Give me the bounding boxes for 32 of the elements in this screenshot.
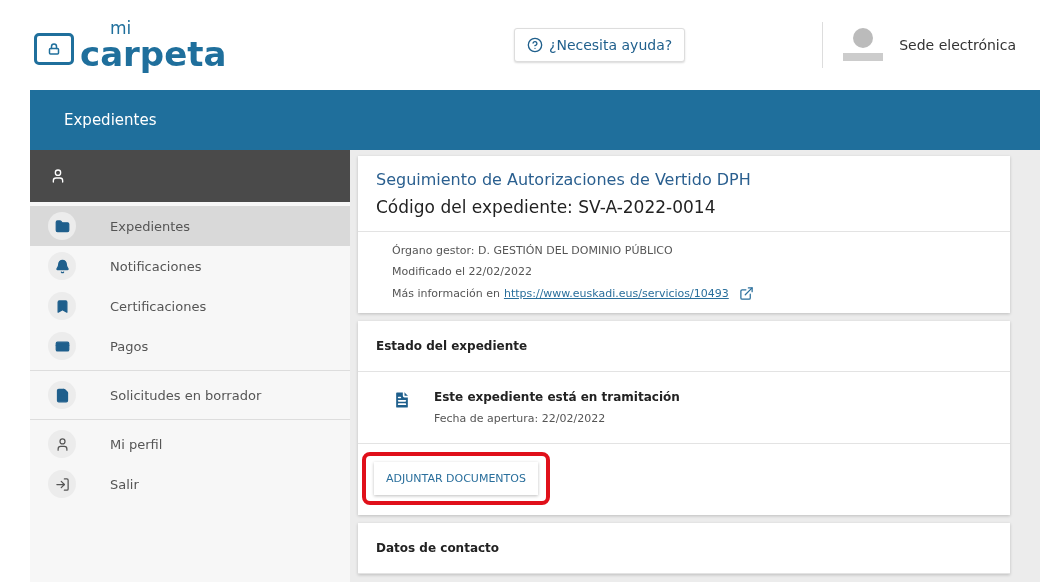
attach-documents-button[interactable]: ADJUNTAR DOCUMENTOS — [374, 462, 538, 495]
sidebar-item[interactable]: Notificaciones — [30, 246, 350, 286]
status-text: Este expediente está en tramitación — [434, 390, 680, 404]
sidebar-item[interactable]: Mi perfil — [30, 424, 350, 464]
sidebar-item[interactable]: Certificaciones — [30, 286, 350, 326]
sidebar-item[interactable]: Solicitudes en borrador — [30, 375, 350, 415]
sidebar-item[interactable]: Salir — [30, 464, 350, 504]
external-link-icon[interactable] — [738, 286, 754, 301]
status-heading: Estado del expediente — [358, 321, 1010, 372]
credit-card-icon — [48, 332, 76, 360]
help-icon — [527, 37, 543, 53]
section-title: Expedientes — [64, 111, 157, 129]
file-code: Código del expediente: SV-A-2022-0014 — [376, 197, 717, 217]
sede-link[interactable]: Sede electrónica — [899, 37, 1016, 53]
exit-icon — [48, 470, 76, 498]
more-info-label: Más información en — [392, 287, 500, 300]
modified-date: Modificado el 22/02/2022 — [392, 265, 533, 278]
contact-heading: Datos de contacto — [358, 523, 1010, 574]
bell-icon — [48, 252, 76, 280]
sidebar-item[interactable]: Expedientes — [30, 206, 350, 246]
folder-icon — [48, 212, 76, 240]
procedure-title: Seguimiento de Autorizaciones de Vertido DPH — [376, 170, 752, 189]
bookmark-icon — [48, 292, 76, 320]
organ-text: Órgano gestor: D. GESTIÓN DEL DOMINIO PÚBLICO — [392, 244, 674, 257]
sidebar-item[interactable]: Pagos — [30, 326, 350, 366]
logo[interactable]: mi carpeta — [34, 19, 514, 71]
user-icon — [50, 168, 66, 184]
info-link[interactable]: https://www.euskadi.eus/servicios/10493 — [503, 287, 729, 300]
user-icon — [48, 430, 76, 458]
help-button[interactable]: ¿Necesita ayuda? — [514, 28, 686, 62]
opening-date: Fecha de apertura: 22/02/2022 — [434, 412, 607, 425]
document-icon — [48, 381, 76, 409]
